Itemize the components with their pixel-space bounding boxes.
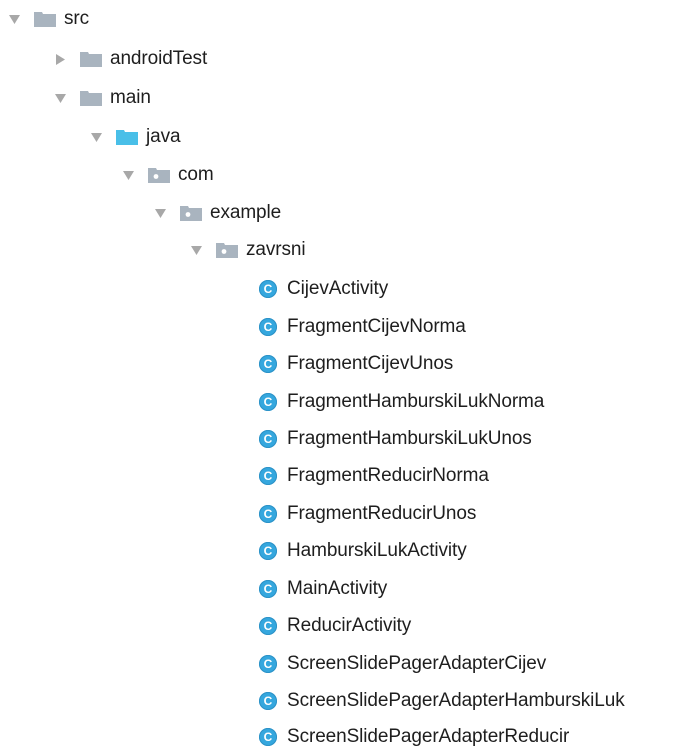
class-icon: C	[259, 542, 277, 560]
tree-node-label: example	[210, 202, 282, 223]
package-icon	[148, 167, 170, 183]
tree-node-java[interactable]: java	[90, 118, 181, 156]
folder-icon	[80, 90, 102, 106]
class-label: ScreenSlidePagerAdapterReducir	[287, 726, 570, 747]
package-icon	[180, 205, 202, 221]
tree-node-class[interactable]: C FragmentHamburskiLukUnos	[259, 420, 532, 458]
project-tree: src androidTest main java com example za…	[0, 0, 692, 756]
class-icon: C	[259, 692, 277, 710]
tree-node-zavrsni[interactable]: zavrsni	[190, 231, 306, 269]
expand-arrow-icon[interactable]	[190, 244, 202, 256]
tree-node-example[interactable]: example	[154, 194, 281, 232]
tree-node-com[interactable]: com	[122, 156, 214, 194]
expand-arrow-icon[interactable]	[122, 169, 134, 181]
class-icon: C	[259, 580, 277, 598]
class-label: ReducirActivity	[287, 615, 412, 636]
tree-node-label: main	[110, 87, 151, 108]
tree-node-class[interactable]: C FragmentCijevUnos	[259, 345, 453, 383]
expand-arrow-icon[interactable]	[154, 207, 166, 219]
class-icon: C	[259, 430, 277, 448]
class-label: MainActivity	[287, 578, 388, 599]
expand-arrow-icon[interactable]	[8, 13, 20, 25]
expand-arrow-icon[interactable]	[54, 92, 66, 104]
class-icon: C	[259, 280, 277, 298]
class-icon: C	[259, 728, 277, 746]
tree-node-class[interactable]: C ReducirActivity	[259, 607, 411, 645]
tree-node-class[interactable]: C FragmentCijevNorma	[259, 308, 466, 346]
tree-node-class[interactable]: C ScreenSlidePagerAdapterHamburskiLuk	[259, 682, 625, 720]
source-folder-icon	[116, 129, 138, 145]
tree-node-label: java	[146, 126, 181, 147]
folder-icon	[80, 51, 102, 67]
class-label: FragmentHamburskiLukNorma	[287, 391, 545, 412]
class-label: FragmentCijevUnos	[287, 353, 454, 374]
tree-node-class[interactable]: C FragmentReducirUnos	[259, 495, 476, 533]
tree-node-class[interactable]: C CijevActivity	[259, 270, 388, 308]
tree-node-class[interactable]: C FragmentReducirNorma	[259, 457, 489, 495]
class-icon: C	[259, 467, 277, 485]
class-icon: C	[259, 617, 277, 635]
class-label: CijevActivity	[287, 278, 389, 299]
tree-node-class[interactable]: C ScreenSlidePagerAdapterReducir	[259, 718, 569, 756]
class-label: ScreenSlidePagerAdapterHamburskiLuk	[287, 690, 625, 711]
tree-node-class[interactable]: C ScreenSlidePagerAdapterCijev	[259, 645, 546, 683]
tree-node-label: androidTest	[110, 48, 208, 69]
package-icon	[216, 242, 238, 258]
class-icon: C	[259, 393, 277, 411]
class-icon: C	[259, 355, 277, 373]
tree-node-class[interactable]: C HamburskiLukActivity	[259, 532, 467, 570]
folder-icon	[34, 11, 56, 27]
class-icon: C	[259, 318, 277, 336]
collapse-arrow-icon[interactable]	[54, 53, 66, 65]
tree-node-label: zavrsni	[246, 239, 306, 260]
tree-node-main[interactable]: main	[54, 79, 151, 117]
tree-node-class[interactable]: C FragmentHamburskiLukNorma	[259, 383, 544, 421]
class-label: HamburskiLukActivity	[287, 540, 467, 561]
class-icon: C	[259, 505, 277, 523]
class-label: FragmentReducirNorma	[287, 465, 489, 486]
class-label: ScreenSlidePagerAdapterCijev	[287, 653, 547, 674]
tree-node-androidtest[interactable]: androidTest	[54, 40, 207, 78]
class-icon: C	[259, 655, 277, 673]
expand-arrow-icon[interactable]	[90, 131, 102, 143]
tree-node-class[interactable]: C MainActivity	[259, 570, 387, 608]
class-label: FragmentHamburskiLukUnos	[287, 428, 532, 449]
tree-node-label: com	[178, 164, 214, 185]
tree-node-src[interactable]: src	[8, 0, 89, 38]
class-label: FragmentReducirUnos	[287, 503, 477, 524]
tree-node-label: src	[64, 8, 90, 29]
class-label: FragmentCijevNorma	[287, 316, 466, 337]
